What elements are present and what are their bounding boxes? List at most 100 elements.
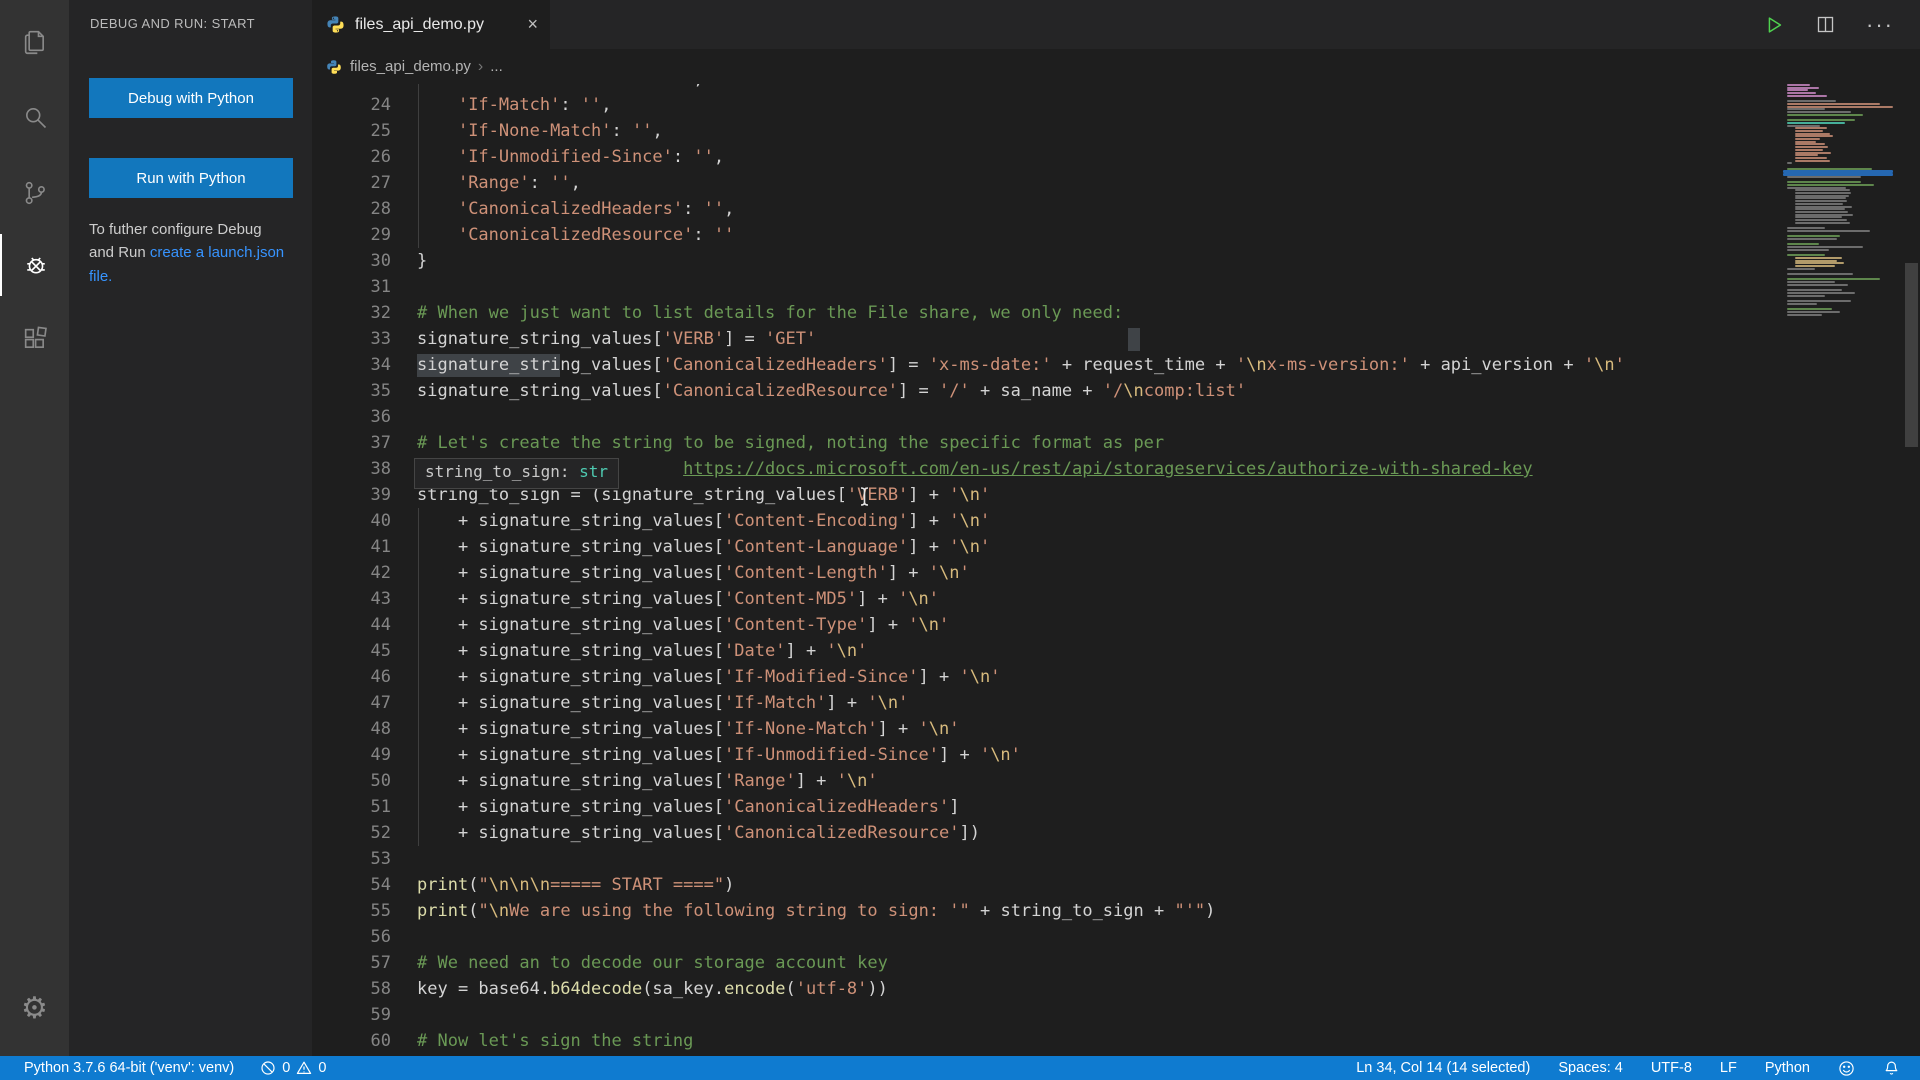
code-line-45[interactable]: 45 + signature_string_values['Date'] + '… (312, 638, 1783, 664)
minimap-row (1795, 197, 1846, 199)
minimap[interactable] (1783, 84, 1900, 1056)
code-line-41[interactable]: 41 + signature_string_values['Content-La… (312, 534, 1783, 560)
code-line-27[interactable]: 27 'Range': '', (312, 170, 1783, 196)
run-and-debug-icon[interactable] (0, 234, 69, 296)
code-line-25[interactable]: 25 'If-None-Match': '', (312, 118, 1783, 144)
code-line-29[interactable]: 29 'CanonicalizedResource': '' (312, 222, 1783, 248)
indentation-status[interactable]: Spaces: 4 (1558, 1060, 1623, 1076)
code-line-26[interactable]: 26 'If-Unmodified-Since': '', (312, 144, 1783, 170)
python-interpreter-status[interactable]: Python 3.7.6 64-bit ('venv': venv) (24, 1060, 234, 1076)
code-line-60[interactable]: 60# Now let's sign the string (312, 1028, 1783, 1054)
code-line-53[interactable]: 53 (312, 846, 1783, 872)
token: '' (693, 147, 713, 167)
code-line-46[interactable]: 46 + signature_string_values['If-Modifie… (312, 664, 1783, 690)
encoding-status[interactable]: UTF-8 (1651, 1060, 1692, 1076)
more-actions-icon[interactable]: ··· (1866, 12, 1894, 38)
code-line-24[interactable]: 24 'If-Match': '', (312, 92, 1783, 118)
token: ' (867, 771, 877, 791)
minimap-row (1795, 160, 1830, 162)
token: , (724, 199, 734, 219)
token: 'CanonicalizedHeaders' (663, 355, 888, 375)
code-line-51[interactable]: 51 + signature_string_values['Canonicali… (312, 794, 1783, 820)
search-icon[interactable] (0, 86, 69, 148)
tab-close-icon[interactable]: × (527, 14, 538, 35)
token: + signature_string_values[ (417, 823, 724, 843)
minimap-row (1787, 278, 1880, 280)
code-line-42[interactable]: 42 + signature_string_values['Content-Le… (312, 560, 1783, 586)
token: : (673, 147, 693, 167)
code-line-52[interactable]: 52 + signature_string_values['Canonicali… (312, 820, 1783, 846)
code-line-32[interactable]: 32# When we just want to list details fo… (312, 300, 1783, 326)
run-python-file-icon[interactable] (1763, 14, 1785, 36)
line-number: 56 (312, 924, 391, 950)
doc-link[interactable]: https://docs.microsoft.com/en-us/rest/ap… (683, 459, 1533, 479)
eol-status[interactable]: LF (1720, 1060, 1737, 1076)
code-line-44[interactable]: 44 + signature_string_values['Content-Ty… (312, 612, 1783, 638)
feedback-smiley-icon[interactable] (1838, 1060, 1855, 1077)
code-line-43[interactable]: 43 + signature_string_values['Content-MD… (312, 586, 1783, 612)
token: ' (959, 667, 969, 687)
code-line-37[interactable]: 37# Let's create the string to be signed… (312, 430, 1783, 456)
debug-with-python-button[interactable]: Debug with Python (89, 78, 293, 118)
vertical-scrollbar[interactable] (1903, 0, 1920, 1056)
split-editor-icon[interactable] (1815, 14, 1836, 35)
configure-note: To futher configure Debug and Run create… (89, 218, 289, 288)
code-line-48[interactable]: 48 + signature_string_values['If-None-Ma… (312, 716, 1783, 742)
line-content: # When we just want to list details for … (417, 300, 1123, 326)
tab-bar: files_api_demo.py × ··· (312, 0, 1920, 49)
token: We are using the following string to sig… (509, 901, 970, 921)
code-line-36[interactable]: 36 (312, 404, 1783, 430)
token: ' (949, 719, 959, 739)
minimap-row (1795, 265, 1835, 267)
warning-count: 0 (318, 1060, 326, 1076)
code-line-30[interactable]: 30} (312, 248, 1783, 274)
minimap-row (1787, 303, 1817, 305)
source-control-icon[interactable] (0, 162, 69, 224)
code-line-57[interactable]: 57# We need an to decode our storage acc… (312, 950, 1783, 976)
token: ) (724, 875, 734, 895)
code-line-56[interactable]: 56 (312, 924, 1783, 950)
code-line-33[interactable]: 33signature_string_values['VERB'] = 'GET… (312, 326, 1783, 352)
code-line-58[interactable]: 58key = base64.b64decode(sa_key.encode('… (312, 976, 1783, 1002)
notifications-bell-icon[interactable] (1883, 1060, 1900, 1077)
code-line-50[interactable]: 50 + signature_string_values['Range'] + … (312, 768, 1783, 794)
tab-files-api-demo[interactable]: files_api_demo.py × (312, 0, 550, 49)
code-line-47[interactable]: 47 + signature_string_values['If-Match']… (312, 690, 1783, 716)
code-line-59[interactable]: 59 (312, 1002, 1783, 1028)
vscode-window: ⚙ DEBUG AND RUN: START Debug with Python… (0, 0, 1920, 1080)
minimap-row (1787, 92, 1816, 94)
extensions-icon[interactable] (0, 308, 69, 370)
language-mode-status[interactable]: Python (1765, 1060, 1810, 1076)
cursor-position-status[interactable]: Ln 34, Col 14 (14 selected) (1356, 1060, 1530, 1076)
settings-gear-icon[interactable]: ⚙ (0, 978, 69, 1040)
line-number: 41 (312, 534, 391, 560)
line-number: 31 (312, 274, 391, 300)
line-content: signature_string_values['VERB'] = 'GET' (417, 326, 816, 352)
token: ' (1584, 355, 1594, 375)
tab-label: files_api_demo.py (355, 16, 517, 34)
minimap-row (1787, 314, 1822, 316)
code-editor[interactable]: 23 'If-Modified-Since': '',24 'If-Match'… (312, 0, 1783, 1056)
code-line-34[interactable]: 34signature_string_values['Canonicalized… (312, 352, 1783, 378)
breadcrumb-more[interactable]: ... (490, 58, 503, 75)
problems-status[interactable]: 0 0 (260, 1060, 326, 1076)
code-line-54[interactable]: 54print("\n\n\n===== START ====") (312, 872, 1783, 898)
minimap-row (1795, 154, 1818, 156)
code-line-55[interactable]: 55print("\nWe are using the following st… (312, 898, 1783, 924)
token (417, 121, 458, 141)
line-content: + signature_string_values['If-Match'] + … (417, 690, 908, 716)
token: ]) (959, 823, 979, 843)
token: ( (468, 901, 478, 921)
minimap-row (1787, 289, 1842, 291)
explorer-icon[interactable] (0, 10, 69, 72)
code-line-31[interactable]: 31 (312, 274, 1783, 300)
scrollbar-slider[interactable] (1905, 263, 1918, 447)
run-with-python-button[interactable]: Run with Python (89, 158, 293, 198)
code-line-40[interactable]: 40 + signature_string_values['Content-En… (312, 508, 1783, 534)
code-line-35[interactable]: 35signature_string_values['Canonicalized… (312, 378, 1783, 404)
token: \n (959, 537, 979, 557)
editor-group: files_api_demo.py × ··· (312, 0, 1920, 1056)
breadcrumb-file[interactable]: files_api_demo.py (350, 58, 471, 75)
code-line-49[interactable]: 49 + signature_string_values['If-Unmodif… (312, 742, 1783, 768)
code-line-28[interactable]: 28 'CanonicalizedHeaders': '', (312, 196, 1783, 222)
